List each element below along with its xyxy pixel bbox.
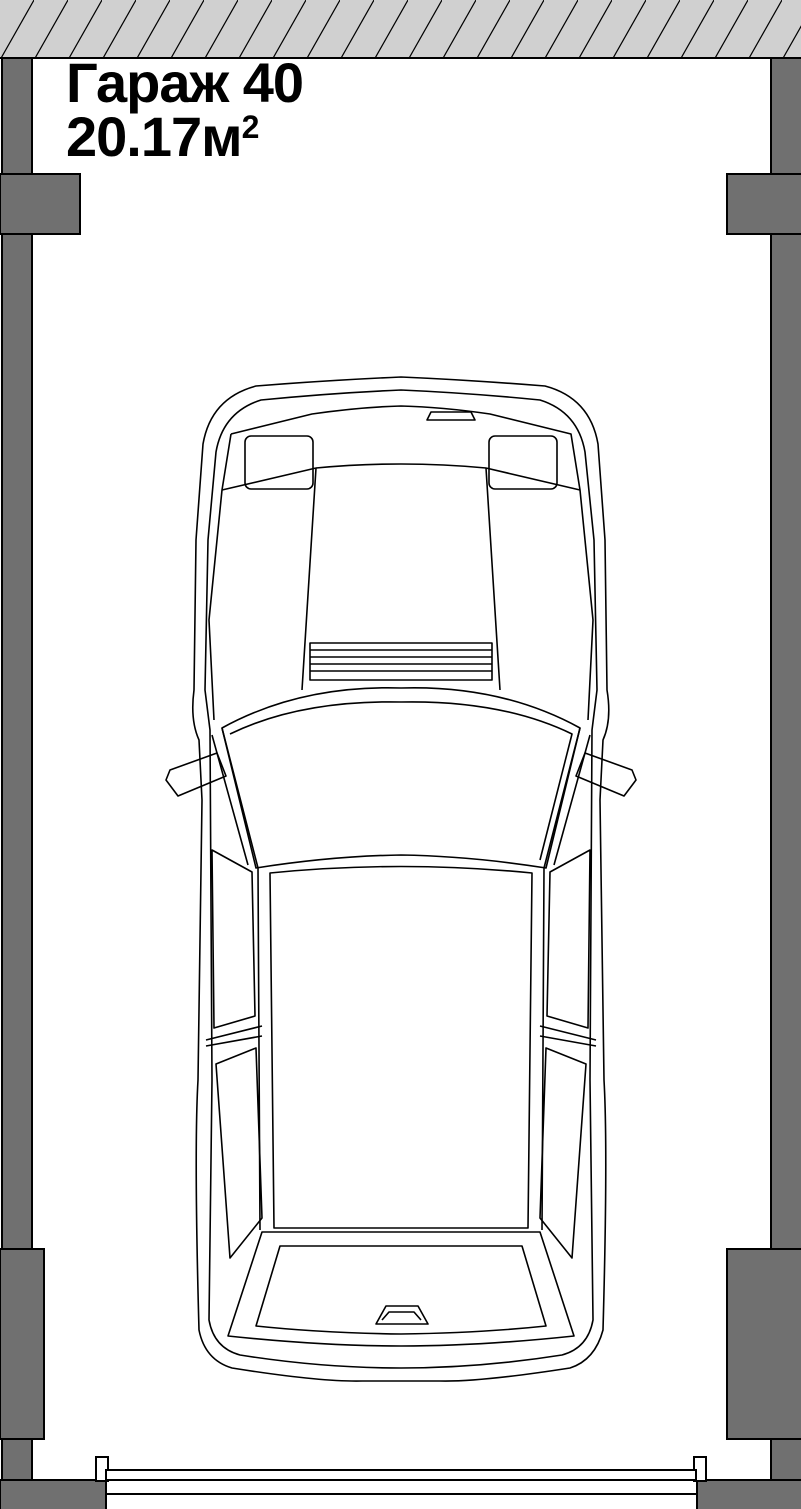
front-window-left [211,849,256,1029]
bottom-wall-right [696,1479,801,1509]
left-pilaster-top [0,173,81,235]
car-top-view-icon [165,376,637,1382]
car-body-outline [192,376,610,1382]
b-pillar-right [539,1025,597,1047]
mirror-left [165,752,227,797]
roof-panel [269,865,533,1229]
a-pillar-right [541,727,591,1231]
top-hatched-wall [0,0,801,58]
room-name: Гараж 40 [66,51,304,114]
room-area-value: 20.17м [66,105,243,168]
room-area-exponent: 2 [241,109,260,145]
hood-grille [309,642,493,681]
windshield-inner [229,701,573,861]
b-pillar-left [205,1025,263,1047]
headlight-left [244,435,314,490]
hood-edge [208,405,594,721]
a-pillar-left [211,727,261,1231]
trunk-lid [255,1245,547,1335]
rear-window-left [215,1047,263,1259]
front-window-right [546,849,591,1029]
car-body-inner-outline [204,389,598,1369]
left-pilaster-bottom [0,1248,45,1440]
hood-vent [426,411,476,421]
garage-gate-icon [95,1456,707,1495]
room-area: 20.17м2 [66,109,260,165]
right-pilaster-bottom [726,1248,801,1440]
right-pilaster-top [726,173,801,235]
windshield [221,687,581,869]
trunk-handle [375,1305,429,1325]
bottom-wall-left [0,1479,107,1509]
garage-floor-plan [0,0,801,1509]
headlight-right [488,435,558,490]
hood-ridges [221,463,581,691]
rear-window-right [539,1047,587,1259]
mirror-right [575,752,637,797]
